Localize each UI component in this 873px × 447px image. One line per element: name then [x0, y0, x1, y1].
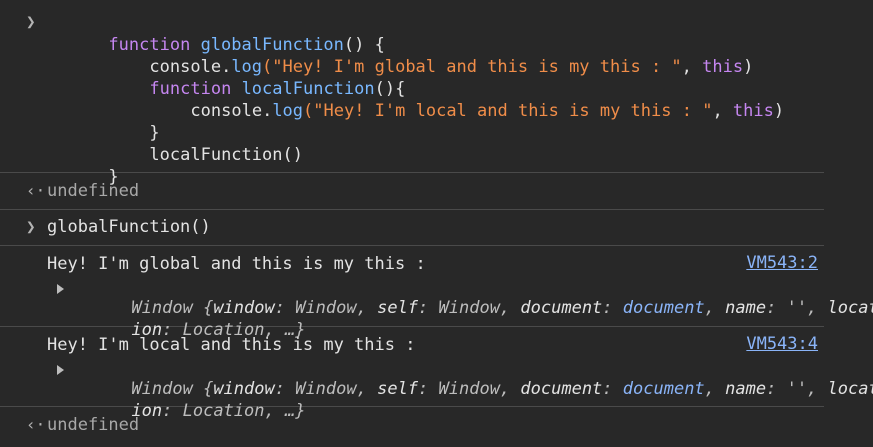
- result-value: undefined: [47, 181, 140, 201]
- object-key: document: [520, 298, 603, 318]
- object-key: document: [520, 379, 603, 399]
- object-key: self: [377, 298, 419, 318]
- code-line: function globalFunction() {: [0, 12, 824, 55]
- object-value: : Window,: [418, 298, 521, 318]
- object-value: : '',: [766, 379, 828, 399]
- object-key: locat: [827, 379, 873, 399]
- input-code: globalFunction(): [47, 217, 211, 237]
- object-preview-line[interactable]: ion: Location, …}: [70, 297, 305, 340]
- log-message: Hey! I'm local and this is my this :: [47, 335, 416, 355]
- console-result-entry: ‹· undefined: [0, 173, 824, 210]
- object-value: :: [602, 379, 623, 399]
- object-value-document: document: [622, 379, 705, 399]
- object-key: name: [725, 379, 767, 399]
- console-input-entry[interactable]: ❯ globalFunction(): [0, 210, 824, 246]
- code-line: console.log("Hey! I'm global and this is…: [0, 34, 824, 77]
- console-result-entry: ‹· undefined: [0, 407, 824, 447]
- code-line: }: [0, 100, 824, 143]
- devtools-console: ❯ function globalFunction() { console.lo…: [0, 0, 873, 445]
- source-link[interactable]: VM543:2: [746, 253, 818, 273]
- object-value: ,: [704, 379, 726, 399]
- source-link[interactable]: VM543:4: [746, 334, 818, 354]
- console-log-entry: Hey! I'm local and this is my this : VM5…: [0, 327, 873, 421]
- console-log-entry: Hey! I'm global and this is my this : VM…: [0, 246, 873, 340]
- object-value-document: document: [622, 298, 705, 318]
- expand-triangle-icon[interactable]: [57, 284, 64, 294]
- object-preview-line[interactable]: Window {window: Window, self: Window, do…: [70, 356, 873, 399]
- result-value: undefined: [47, 415, 140, 435]
- code-line: }: [0, 144, 824, 187]
- object-preview-line[interactable]: ion: Location, …}: [70, 378, 305, 421]
- object-value: ,: [704, 298, 726, 318]
- object-key: locat: [827, 298, 873, 318]
- object-value: :: [602, 298, 623, 318]
- object-preview-line[interactable]: Window {window: Window, self: Window, do…: [70, 275, 873, 318]
- object-key: name: [725, 298, 767, 318]
- code-line: console.log("Hey! I'm local and this is …: [0, 78, 824, 121]
- object-value: : Window,: [418, 379, 521, 399]
- expand-triangle-icon[interactable]: [57, 365, 64, 375]
- console-input-entry[interactable]: ❯ function globalFunction() { console.lo…: [0, 0, 824, 187]
- object-key: self: [377, 379, 419, 399]
- code-line: localFunction(): [0, 122, 824, 165]
- log-message: Hey! I'm global and this is my this :: [47, 254, 426, 274]
- object-value: : '',: [766, 298, 828, 318]
- code-line: function localFunction(){: [0, 56, 824, 99]
